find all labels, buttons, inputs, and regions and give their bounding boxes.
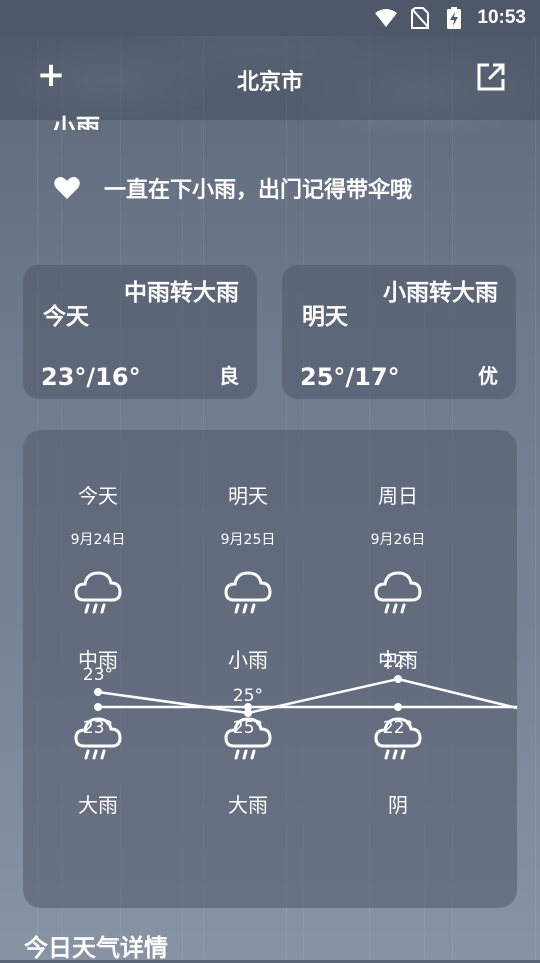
- forecast-day: 明天: [228, 484, 268, 508]
- current-condition: 小雨: [52, 114, 100, 130]
- low-temp-point: [394, 703, 402, 711]
- city-title: 北京市: [236, 70, 303, 95]
- share-icon[interactable]: [476, 62, 506, 92]
- tomorrow-temperature: 25°/17°: [300, 363, 400, 391]
- wifi-icon: [375, 7, 398, 29]
- high-temp-point: [394, 675, 402, 683]
- forecast-day-condition: 小雨: [228, 648, 268, 672]
- low-temp-point: [244, 703, 252, 711]
- forecast-date: 9月24日: [70, 532, 126, 548]
- clock-time: 10:53: [477, 7, 526, 28]
- tip-text: 一直在下小雨，出门记得带伞哦: [104, 178, 413, 203]
- battery-charging-icon: [443, 7, 465, 29]
- status-bar: 10:53: [0, 0, 540, 36]
- low-temp-point: [94, 703, 102, 711]
- rain-cloud-icon: [224, 571, 272, 614]
- no-sim-icon: [409, 7, 431, 29]
- high-temp-point: [94, 688, 102, 696]
- forecast-date: 9月26日: [370, 532, 426, 548]
- today-condition: 中雨转大雨: [124, 280, 239, 306]
- rain-cloud-icon: [374, 717, 422, 760]
- details-section-title: 今日天气详情: [24, 934, 168, 962]
- tomorrow-aqi: 优: [478, 364, 498, 388]
- tomorrow-card[interactable]: 明天 小雨转大雨 25°/17° 优: [282, 265, 516, 399]
- rain-cloud-icon: [374, 571, 422, 614]
- tomorrow-condition: 小雨转大雨: [383, 280, 498, 306]
- high-temp-label: 25°: [233, 686, 263, 706]
- today-card[interactable]: 今天 中雨转大雨 23°/16° 良: [23, 265, 257, 399]
- forecast-day: 今天: [78, 484, 118, 508]
- forecast-day: 周日: [378, 484, 418, 508]
- rain-cloud-icon: [224, 717, 272, 760]
- forecast-night-condition: 大雨: [228, 793, 268, 817]
- forecast-night-condition: 大雨: [78, 793, 118, 817]
- today-temperature: 23°/16°: [41, 363, 141, 391]
- tomorrow-label: 明天: [302, 304, 348, 330]
- high-temp-line: [97, 677, 517, 715]
- forecast-panel[interactable]: 今天 9月24日 中雨 大雨 明天 9月25日 小雨 大雨 周日 9月26日 中…: [23, 430, 517, 908]
- forecast-day-condition: 中雨: [78, 648, 118, 672]
- forecast-night-condition: 阴: [388, 793, 408, 817]
- forecast-day-condition: 中雨: [378, 648, 418, 672]
- heart-icon: [54, 177, 80, 199]
- weather-tip: 一直在下小雨，出门记得带伞哦: [54, 172, 412, 204]
- forecast-date: 9月25日: [220, 532, 276, 548]
- rain-cloud-icon: [74, 717, 122, 760]
- today-label: 今天: [43, 304, 89, 330]
- today-aqi: 良: [219, 364, 239, 388]
- rain-cloud-icon: [74, 571, 122, 614]
